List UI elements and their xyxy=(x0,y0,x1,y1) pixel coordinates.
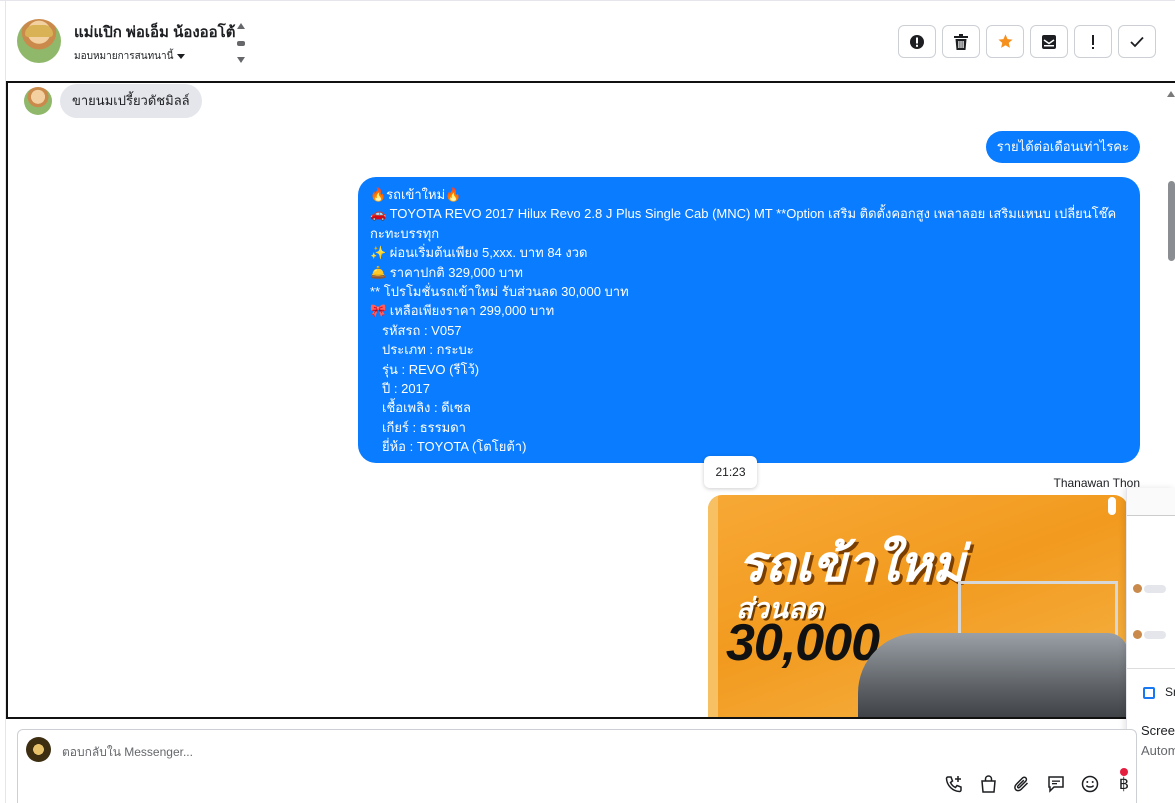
previous-conversation-icon[interactable] xyxy=(237,23,245,29)
pickup-truck-image xyxy=(858,633,1128,717)
notification-dot xyxy=(1120,768,1128,776)
mail-archive-icon xyxy=(1042,34,1056,49)
assign-conversation-dropdown[interactable]: มอบหมายการสนทนานี้ xyxy=(74,49,186,64)
preview-avatar xyxy=(1133,630,1142,639)
nav-divider xyxy=(237,40,245,46)
preview-thumbnail xyxy=(1127,488,1175,516)
scroll-thumb[interactable] xyxy=(1168,181,1175,261)
notification-line: Autom xyxy=(1141,743,1175,758)
composer-actions: ฿ xyxy=(944,774,1134,794)
message-line: 🛎️ ราคาปกติ 329,000 บาท xyxy=(370,264,523,280)
preview-bubble xyxy=(1144,585,1166,593)
next-conversation-icon[interactable] xyxy=(237,57,245,63)
message-timestamp-tooltip: 21:23 xyxy=(704,456,757,488)
page-avatar xyxy=(26,737,51,762)
exclamation-icon xyxy=(1092,34,1094,49)
contact-avatar-small xyxy=(24,87,52,115)
outgoing-message[interactable]: รายได้ต่อเดือนเท่าไรคะ xyxy=(985,131,1140,163)
phone-add-icon[interactable] xyxy=(944,774,964,794)
preview-bubble xyxy=(1144,631,1166,639)
incoming-message[interactable]: ขายนมเปรี้ยวดัชมิลล์ xyxy=(60,84,202,118)
contact-name[interactable]: แม่แปิก พ่อเอ็ม น้องออโต้ xyxy=(74,20,235,44)
shopping-bag-icon[interactable] xyxy=(978,774,998,794)
message-thread[interactable]: ขายนมเปรี้ยวดัชมิลล์ รายได้ต่อเดือนเท่าไ… xyxy=(6,81,1175,719)
check-icon xyxy=(1130,36,1144,47)
detail-line: เชื้อเพลิง : ดีเซล xyxy=(382,400,471,416)
message-line: 🎀 เหลือเพียงราคา 299,000 บาท xyxy=(370,303,555,319)
preview-avatar xyxy=(1133,584,1142,593)
snipping-tool-icon xyxy=(1143,687,1155,699)
message-line: 🔥รถเข้าใหม่🔥 xyxy=(370,187,462,202)
image-edge xyxy=(708,495,718,717)
notification-title: Sn xyxy=(1165,685,1175,699)
message-line: ** โปรโมชั่นรถเข้าใหม่ รับส่วนลด 30,000 … xyxy=(370,284,629,300)
message-line: ✨ ผ่อนเริ่มต้นเพียง 5,xxx. บาท 84 งวด xyxy=(370,245,588,261)
message-line: 🚗 TOYOTA REVO 2017 Hilux Revo 2.8 J Plus… xyxy=(370,206,1117,241)
follow-up-button[interactable] xyxy=(1074,25,1112,58)
notification-line: Scree xyxy=(1141,723,1175,738)
reply-composer: ฿ xyxy=(17,729,1137,803)
detail-line: เกียร์ : ธรรมดา xyxy=(382,419,466,435)
promo-image-attachment[interactable]: รถเข้าใหม่ ส่วนลด 30,000.- xyxy=(708,495,1128,717)
star-icon xyxy=(997,34,1013,48)
mark-spam-button[interactable] xyxy=(898,25,936,58)
archive-button[interactable] xyxy=(1030,25,1068,58)
delete-button[interactable] xyxy=(942,25,980,58)
emoji-icon[interactable] xyxy=(1080,774,1100,794)
saved-reply-icon[interactable] xyxy=(1046,774,1066,794)
conversation-nav xyxy=(236,23,246,63)
conversation-header: แม่แปิก พ่อเอ็ม น้องออโต้ มอบหมายการสนทน… xyxy=(0,0,1175,803)
detail-line: รุ่น : REVO (รีโว้) xyxy=(382,361,480,377)
trash-icon xyxy=(954,33,968,50)
detail-line: ประเภท : กระบะ xyxy=(382,342,474,358)
reply-input[interactable] xyxy=(62,742,662,762)
paperclip-icon[interactable] xyxy=(1012,774,1032,794)
detail-line: ยี่ห้อ : TOYOTA (โตโยต้า) xyxy=(382,439,527,455)
scroll-up-icon[interactable] xyxy=(1167,91,1175,97)
outgoing-car-listing-message[interactable]: 🔥รถเข้าใหม่🔥 🚗 TOYOTA REVO 2017 Hilux Re… xyxy=(358,177,1140,463)
baht-icon[interactable]: ฿ xyxy=(1114,774,1134,794)
alert-circle-icon xyxy=(910,34,924,49)
detail-line: รหัสรถ : V057 xyxy=(382,322,462,338)
detail-line: ปี : 2017 xyxy=(382,381,431,397)
truck-rack xyxy=(958,581,1118,641)
caret-down-icon xyxy=(177,54,186,59)
mark-done-button[interactable] xyxy=(1118,25,1156,58)
dealer-logo xyxy=(1108,497,1116,515)
conversation-toolbar xyxy=(898,25,1156,58)
star-button[interactable] xyxy=(986,25,1024,58)
contact-avatar[interactable] xyxy=(17,19,61,63)
assign-label: มอบหมายการสนทนานี้ xyxy=(74,51,174,62)
